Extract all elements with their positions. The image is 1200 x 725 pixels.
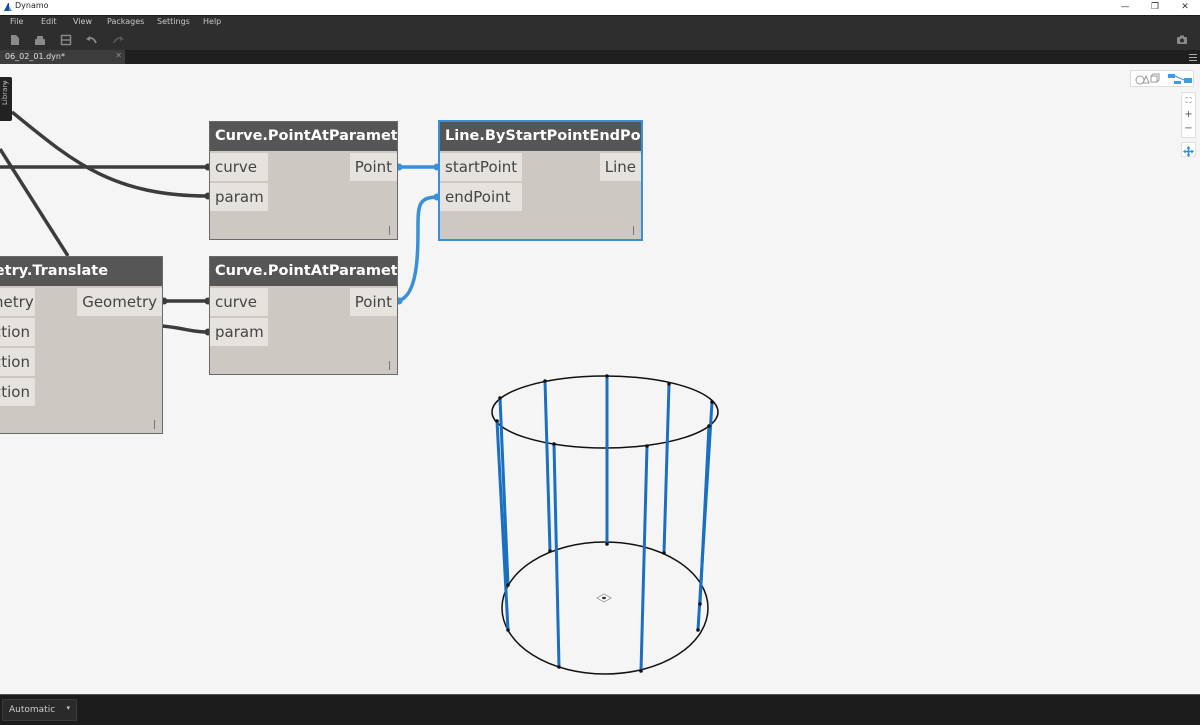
graph-view-icon[interactable] [1167, 73, 1193, 85]
input-port-direction-2[interactable]: direction [0, 378, 35, 406]
node-footer-mark [389, 361, 390, 370]
input-port-startpoint[interactable]: startPoint [440, 153, 522, 181]
tab-06-02-01[interactable]: 06_02_01.dyn* ✕ [0, 50, 125, 64]
output-port-point[interactable]: Point [349, 153, 397, 181]
chevron-down-icon: ▾ [66, 704, 70, 712]
node-curve-pointatparameter-2[interactable]: Curve.PointAtParameter curve param Point [209, 256, 398, 375]
line-geometry [662, 383, 671, 554]
tab-label: 06_02_01.dyn* [5, 52, 65, 61]
workspace-canvas[interactable]: ⇧ Library Geometry.Translate geometry di… [0, 64, 1200, 694]
line-geometry-set [495, 376, 714, 672]
input-port-endpoint[interactable]: endPoint [440, 183, 522, 211]
open-file-icon[interactable] [34, 34, 46, 46]
run-mode-dropdown[interactable]: Automatic ▾ [2, 699, 77, 721]
input-port-curve[interactable]: curve [210, 153, 268, 181]
menu-packages[interactable]: Packages [107, 17, 144, 26]
node-geometry-translate[interactable]: Geometry.Translate geometry direction di… [0, 256, 163, 434]
output-port-line[interactable]: Line [599, 153, 641, 181]
zoom-out-button[interactable]: − [1182, 123, 1195, 135]
library-toggle[interactable]: ⇧ Library [0, 77, 12, 121]
node-footer-mark [633, 226, 634, 235]
undo-icon[interactable] [86, 34, 98, 46]
node-title: Geometry.Translate [0, 257, 162, 286]
library-label: Library [1, 80, 9, 105]
menu-edit[interactable]: Edit [41, 17, 57, 26]
top-circle [491, 375, 719, 449]
tab-menu-icon[interactable] [1189, 52, 1197, 62]
node-title: Curve.PointAtParameter [210, 122, 397, 151]
save-icon[interactable] [60, 34, 72, 46]
run-bar: Automatic ▾ [0, 694, 1200, 725]
input-port-param[interactable]: param [210, 318, 268, 346]
wire-point-endpoint[interactable] [397, 195, 439, 303]
menu-settings[interactable]: Settings [157, 17, 190, 26]
menu-help[interactable]: Help [203, 17, 221, 26]
menu-bar: File Edit View Packages Settings Help [0, 15, 1200, 30]
output-port-geometry[interactable]: Geometry [77, 288, 162, 316]
wire-to-translate[interactable] [0, 148, 70, 257]
node-title: Line.ByStartPointEndPoint [440, 122, 641, 151]
wire-param-2[interactable] [161, 324, 209, 334]
origin-marker-icon [596, 593, 612, 603]
zoom-in-button[interactable]: + [1182, 109, 1195, 121]
title-bar: Dynamo — ❐ ✕ [0, 0, 1200, 15]
wire-param-1[interactable] [10, 110, 209, 198]
geometry-preview [491, 374, 719, 675]
line-geometry [543, 380, 552, 552]
pan-icon [1183, 146, 1194, 157]
run-mode-label: Automatic [9, 705, 56, 715]
menu-view[interactable]: View [73, 17, 92, 26]
input-port-curve[interactable]: curve [210, 288, 268, 316]
minimize-button[interactable]: — [1110, 0, 1140, 15]
toolbar [0, 30, 1200, 50]
bottom-circle [501, 541, 709, 675]
camera-icon[interactable] [1176, 34, 1188, 46]
new-file-icon[interactable] [9, 34, 21, 46]
input-port-param[interactable]: param [210, 183, 268, 211]
window-title: Dynamo [15, 1, 49, 10]
output-port-point[interactable]: Point [349, 288, 397, 316]
node-title: Curve.PointAtParameter [210, 257, 397, 286]
background-3d-preview-icon[interactable] [1134, 73, 1160, 85]
node-line-bystartpointendpoint[interactable]: Line.ByStartPointEndPoint startPoint end… [438, 120, 643, 241]
node-footer-mark [389, 226, 390, 235]
redo-icon[interactable] [112, 34, 124, 46]
zoom-controls: ⛶ + − [1181, 92, 1196, 138]
tab-bar: 06_02_01.dyn* ✕ [0, 50, 1200, 64]
line-geometry [552, 443, 561, 668]
input-port-distance[interactable]: direction [0, 348, 35, 376]
pan-button[interactable] [1181, 142, 1196, 157]
restore-button[interactable]: ❐ [1140, 0, 1170, 15]
fit-view-button[interactable]: ⛶ [1182, 95, 1195, 107]
tab-close-icon[interactable]: ✕ [115, 51, 122, 60]
node-curve-pointatparameter-1[interactable]: Curve.PointAtParameter curve param Point [209, 121, 398, 240]
node-footer-mark [154, 420, 155, 429]
view-toggle [1130, 70, 1194, 87]
dynamo-logo-icon [4, 3, 12, 11]
line-geometry [698, 425, 711, 605]
close-button[interactable]: ✕ [1170, 0, 1200, 15]
line-geometry [639, 445, 649, 672]
input-port-geometry[interactable]: geometry [0, 288, 35, 316]
menu-file[interactable]: File [10, 17, 23, 26]
input-port-direction[interactable]: direction [0, 318, 35, 346]
